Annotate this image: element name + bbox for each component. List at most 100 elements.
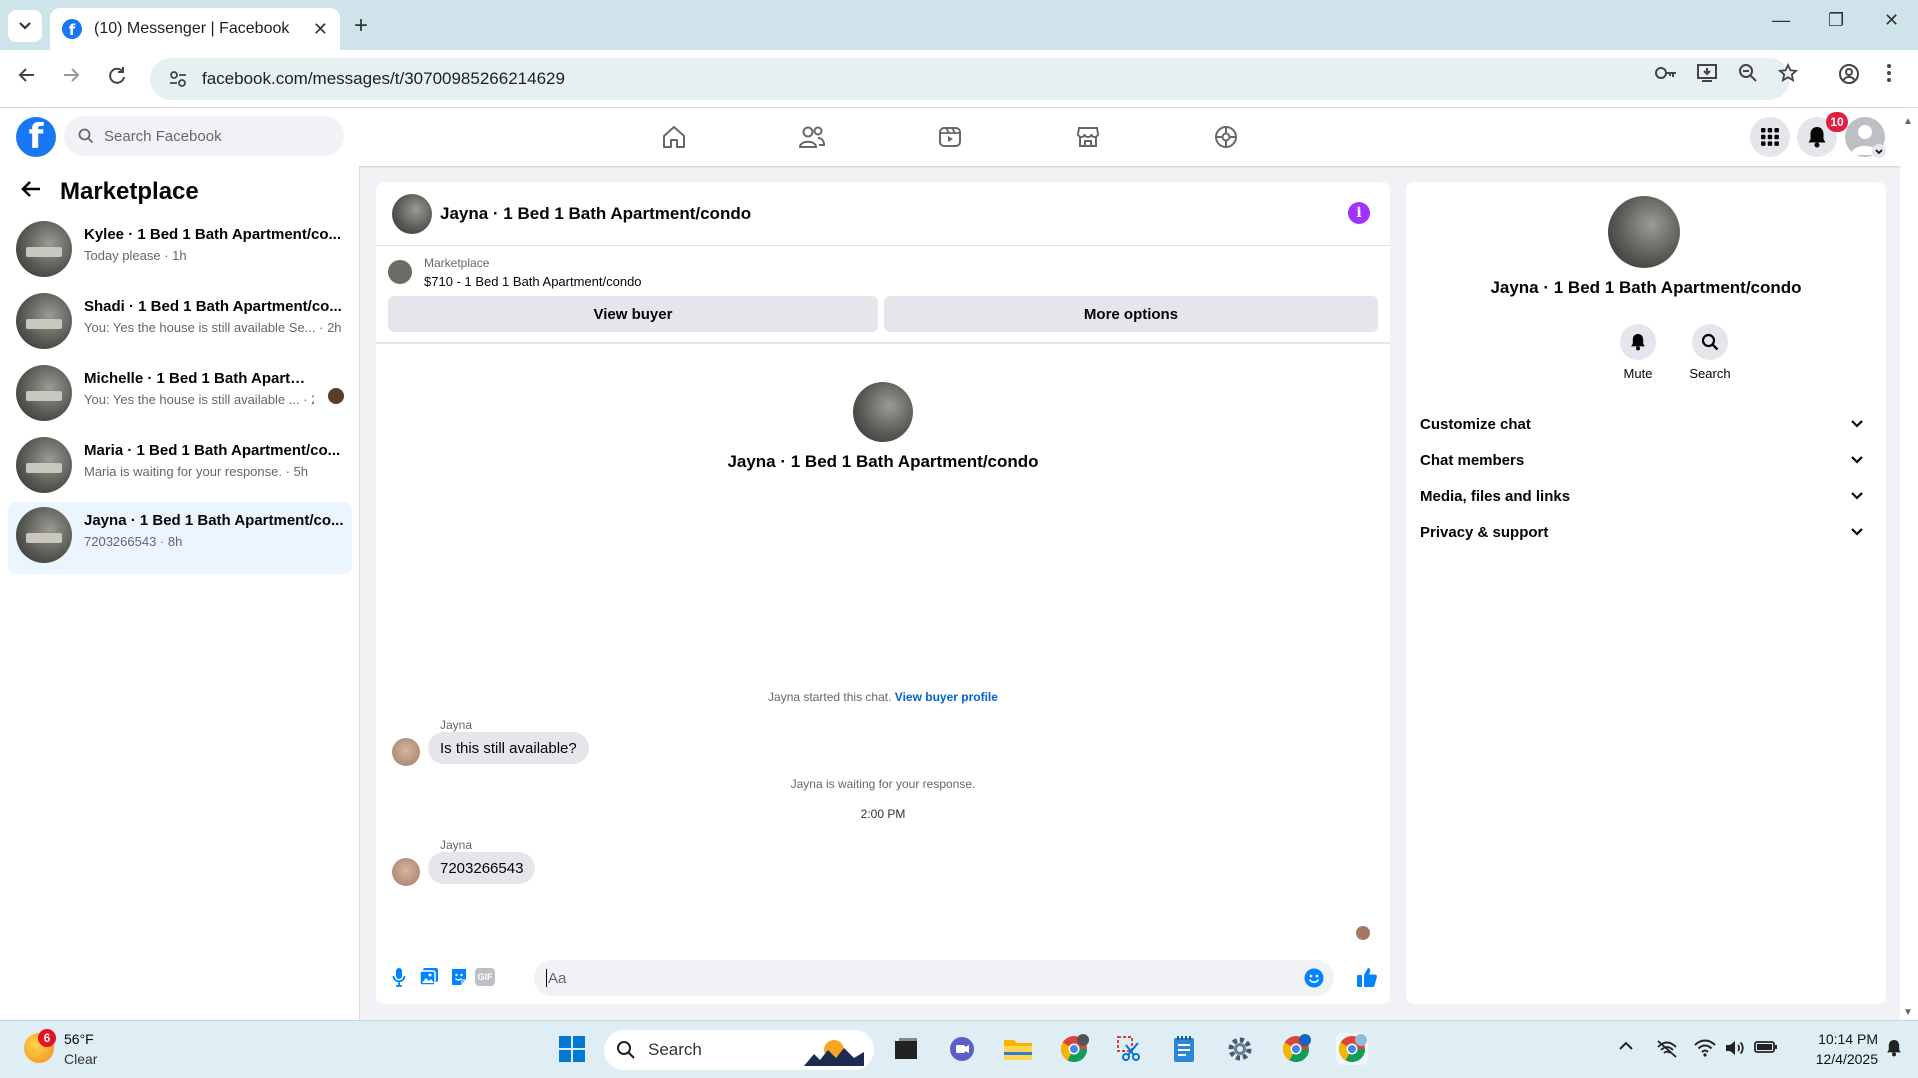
conversation-item-kylee[interactable]: Kylee · 1 Bed 1 Bath Apartment/co... Tod… [8, 216, 352, 286]
chat-avatar[interactable] [392, 194, 432, 234]
install-app-icon[interactable] [1696, 63, 1718, 88]
info-avatar[interactable] [1608, 196, 1680, 268]
browser-menu-icon[interactable] [1886, 63, 1892, 88]
zoom-icon[interactable] [1738, 63, 1758, 88]
taskbar-chrome-profile-a[interactable] [1280, 1033, 1312, 1065]
message-input[interactable]: Aa [534, 960, 1334, 996]
search-icon [617, 1041, 635, 1059]
customize-chat-section[interactable]: Customize chat [1420, 406, 1872, 442]
view-buyer-button[interactable]: View buyer [388, 296, 878, 332]
back-button[interactable] [16, 64, 38, 92]
message-bubble[interactable]: Is this still available? [428, 732, 589, 764]
mute-label: Mute [1623, 366, 1653, 381]
chat-members-section[interactable]: Chat members [1420, 442, 1872, 478]
taskbar-task-view[interactable] [890, 1033, 922, 1065]
nav-watch-button[interactable] [934, 122, 966, 152]
browser-tab-active[interactable]: f (10) Messenger | Facebook ✕ [50, 8, 340, 50]
conversation-list-pane: Marketplace Kylee · 1 Bed 1 Bath Apartme… [0, 166, 360, 1020]
sticker-button[interactable] [448, 966, 470, 988]
listing-price-title[interactable]: $710 - 1 Bed 1 Bath Apartment/condo [424, 274, 642, 289]
profile-icon[interactable] [1838, 63, 1860, 90]
conversation-name: Shadi · 1 Bed 1 Bath Apartment/co... [84, 298, 342, 315]
conversation-item-michelle[interactable]: Michelle · 1 Bed 1 Bath Apartme... You: … [8, 360, 352, 430]
taskbar-search-label: Search [648, 1040, 702, 1059]
password-key-icon[interactable] [1654, 63, 1678, 88]
reload-icon [109, 67, 125, 84]
facebook-search-input[interactable]: Search Facebook [64, 116, 344, 156]
tray-battery-icon[interactable] [1754, 1039, 1778, 1060]
conversation-item-maria[interactable]: Maria · 1 Bed 1 Bath Apartment/co... Mar… [8, 432, 352, 502]
scroll-up-arrow-icon[interactable]: ▲ [1903, 116, 1913, 127]
account-chevron-down-icon[interactable] [1872, 144, 1886, 158]
scroll-down-arrow-icon[interactable]: ▼ [1903, 1007, 1913, 1018]
nav-home-button[interactable] [658, 122, 690, 152]
facebook-logo-icon[interactable]: f [16, 117, 56, 157]
weather-condition: Clear [64, 1051, 98, 1067]
more-options-button[interactable]: More options [884, 296, 1378, 332]
forward-button[interactable] [60, 64, 82, 92]
privacy-support-section[interactable]: Privacy & support [1420, 514, 1872, 550]
chat-title[interactable]: Jayna · 1 Bed 1 Bath Apartment/condo [440, 204, 751, 224]
reload-button[interactable] [106, 64, 128, 92]
start-button[interactable] [556, 1033, 588, 1065]
voice-clip-button[interactable] [388, 966, 410, 988]
restore-button[interactable]: ❐ [1828, 10, 1844, 31]
tray-network-off-icon[interactable] [1656, 1039, 1678, 1064]
chevron-down-icon [1851, 528, 1863, 536]
taskbar-snipping-tool[interactable] [1114, 1033, 1146, 1065]
gif-button[interactable]: GIF [474, 966, 496, 988]
message-sender: Jayna [440, 718, 473, 732]
sender-avatar[interactable] [392, 738, 420, 766]
minimize-button[interactable]: — [1772, 10, 1790, 31]
tray-notification-bell-icon[interactable] [1886, 1039, 1902, 1062]
windows-logo-icon [559, 1036, 585, 1062]
tray-wifi-icon[interactable] [1694, 1039, 1716, 1062]
contact-profile-avatar[interactable] [853, 382, 913, 442]
tray-overflow-chevron-icon[interactable] [1618, 1039, 1634, 1057]
nav-marketplace-button[interactable] [1072, 122, 1104, 152]
taskbar-teams[interactable] [946, 1033, 978, 1065]
system-clock[interactable]: 10:14 PM 12/4/2025 [1798, 1029, 1878, 1069]
tab-search-dropdown-button[interactable] [8, 10, 42, 42]
search-placeholder: Search Facebook [104, 127, 222, 145]
attach-media-button[interactable] [418, 966, 440, 988]
media-files-links-section[interactable]: Media, files and links [1420, 478, 1872, 514]
close-window-button[interactable]: ✕ [1884, 10, 1899, 31]
nav-gaming-button[interactable] [1210, 122, 1242, 152]
conversation-preview: 7203266543 · 8h [84, 534, 183, 549]
tab-close-icon[interactable]: ✕ [313, 19, 328, 40]
back-arrow-icon[interactable] [20, 178, 42, 206]
tray-volume-icon[interactable] [1724, 1039, 1746, 1062]
taskbar-search[interactable]: Search [604, 1030, 874, 1070]
bell-icon [1631, 334, 1645, 351]
waiting-notice: Jayna is waiting for your response. [790, 777, 976, 791]
taskbar-chrome-active[interactable] [1336, 1033, 1368, 1065]
sender-avatar[interactable] [392, 858, 420, 886]
conversation-item-shadi[interactable]: Shadi · 1 Bed 1 Bath Apartment/co... You… [8, 288, 352, 358]
taskbar-file-explorer[interactable] [1002, 1033, 1034, 1065]
nav-friends-button[interactable] [796, 122, 828, 152]
taskbar-notepad[interactable] [1168, 1033, 1200, 1065]
marketplace-label: Marketplace [424, 256, 490, 270]
search-in-conversation-button[interactable]: Search [1680, 324, 1740, 381]
mute-button[interactable]: Mute [1608, 324, 1668, 381]
view-buyer-profile-link[interactable]: View buyer profile [895, 690, 998, 704]
conversation-item-jayna[interactable]: Jayna · 1 Bed 1 Bath Apartment/co... 720… [8, 502, 352, 574]
taskbar-chrome-profile-c[interactable] [1058, 1033, 1090, 1065]
menu-grid-button[interactable] [1750, 117, 1790, 157]
page-scrollbar[interactable]: ▲ ▼ [1900, 108, 1918, 1020]
bookmark-star-icon[interactable] [1777, 62, 1799, 88]
divider [376, 342, 1390, 344]
emoji-icon[interactable] [1304, 968, 1324, 988]
conversation-name: Jayna · 1 Bed 1 Bath Apartment/co... [84, 512, 344, 529]
new-tab-button[interactable]: + [354, 12, 368, 40]
info-icon[interactable]: i [1348, 202, 1370, 224]
taskbar-settings[interactable] [1224, 1033, 1256, 1065]
address-bar[interactable]: facebook.com/messages/t/3070098526621462… [150, 58, 1790, 100]
chat-started-text: Jayna started this chat. [768, 690, 892, 704]
send-like-button[interactable] [1356, 966, 1378, 988]
conversation-info-pane: Jayna · 1 Bed 1 Bath Apartment/condo Mut… [1406, 182, 1886, 1004]
message-bubble[interactable]: 7203266543 [428, 852, 536, 884]
gif-icon: GIF [475, 968, 495, 986]
bell-icon [1808, 127, 1826, 148]
